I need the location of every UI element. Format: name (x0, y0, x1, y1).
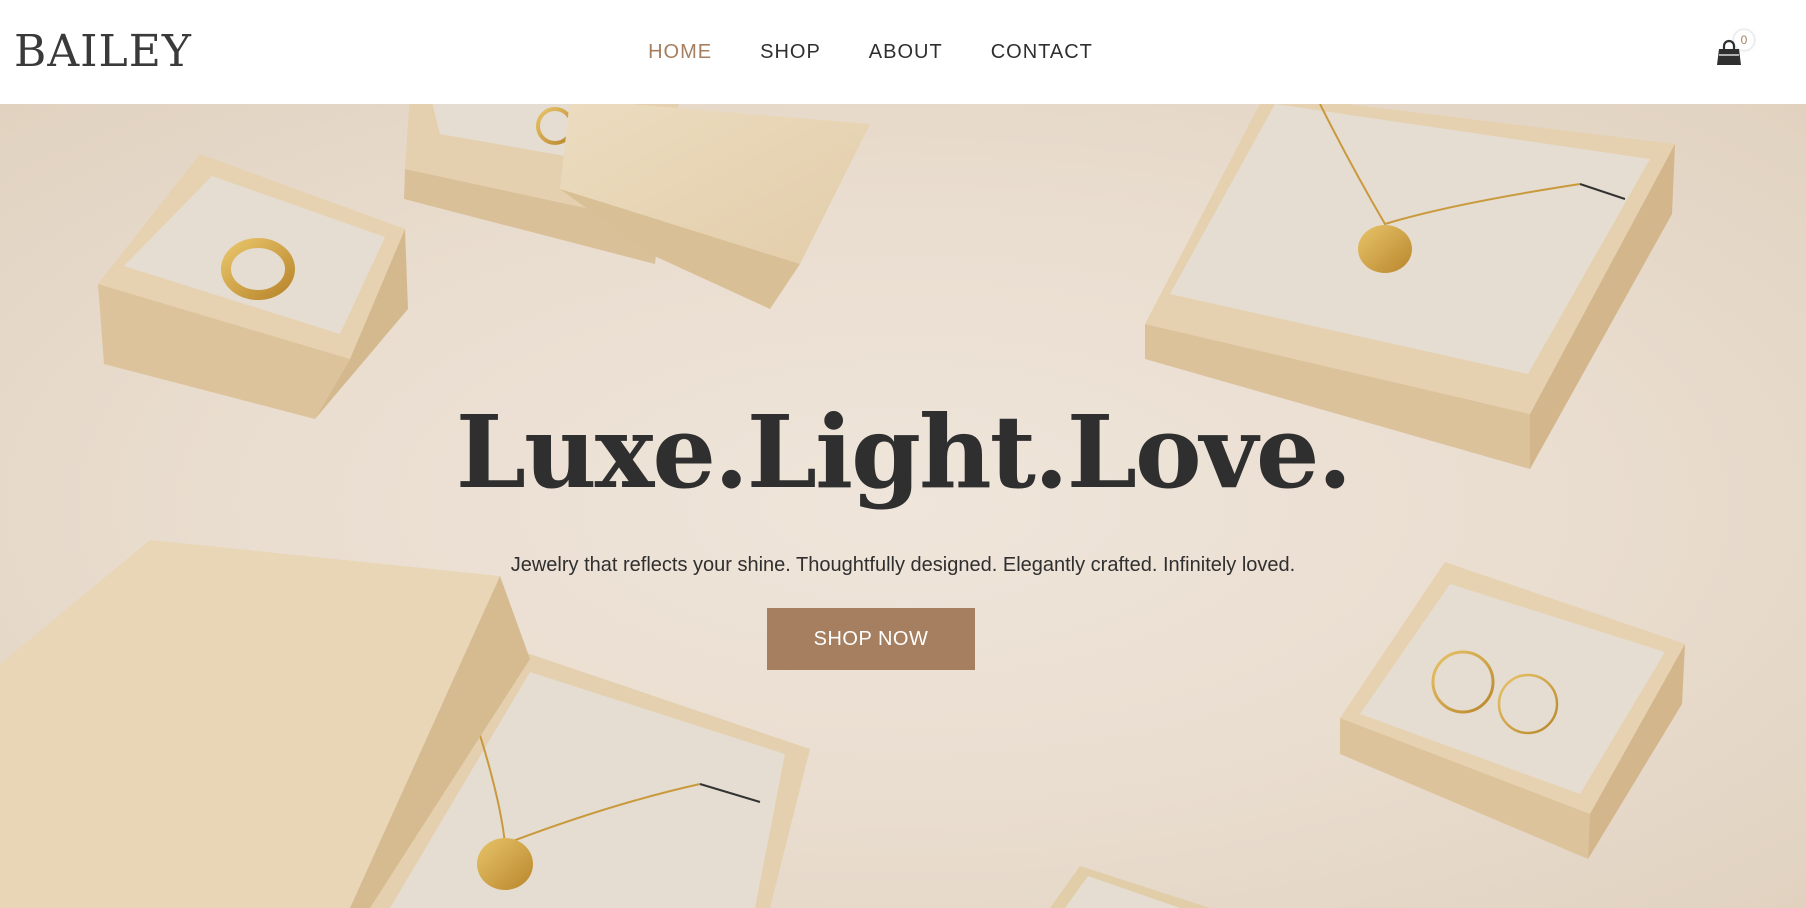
box-bottom-center (1050, 866, 1210, 908)
ring-box-top (404, 104, 870, 309)
earrings-box-right (1340, 562, 1685, 859)
nav-shop-link[interactable]: SHOP (760, 41, 821, 64)
site-header: BAILEY HOME SHOP ABOUT CONTACT 0 (0, 0, 1806, 104)
hero-section: Luxe.Light.Love. Jewelry that reflects y… (0, 104, 1806, 908)
ring-box-left (98, 154, 408, 419)
cart-count-badge: 0 (1734, 30, 1754, 50)
shop-now-button[interactable]: SHOP NOW (767, 608, 975, 670)
hero-subtitle: Jewelry that reflects your shine. Though… (510, 554, 1296, 576)
necklace-box-bottom-left (0, 540, 810, 908)
nav-home-link[interactable]: HOME (648, 41, 712, 64)
nav-about-link[interactable]: ABOUT (869, 41, 943, 64)
main-nav: HOME SHOP ABOUT CONTACT (0, 0, 1806, 104)
nav-links: HOME SHOP ABOUT CONTACT (648, 41, 1093, 64)
hero-title: Luxe.Light.Love. (455, 393, 1353, 511)
nav-contact-link[interactable]: CONTACT (991, 41, 1093, 64)
